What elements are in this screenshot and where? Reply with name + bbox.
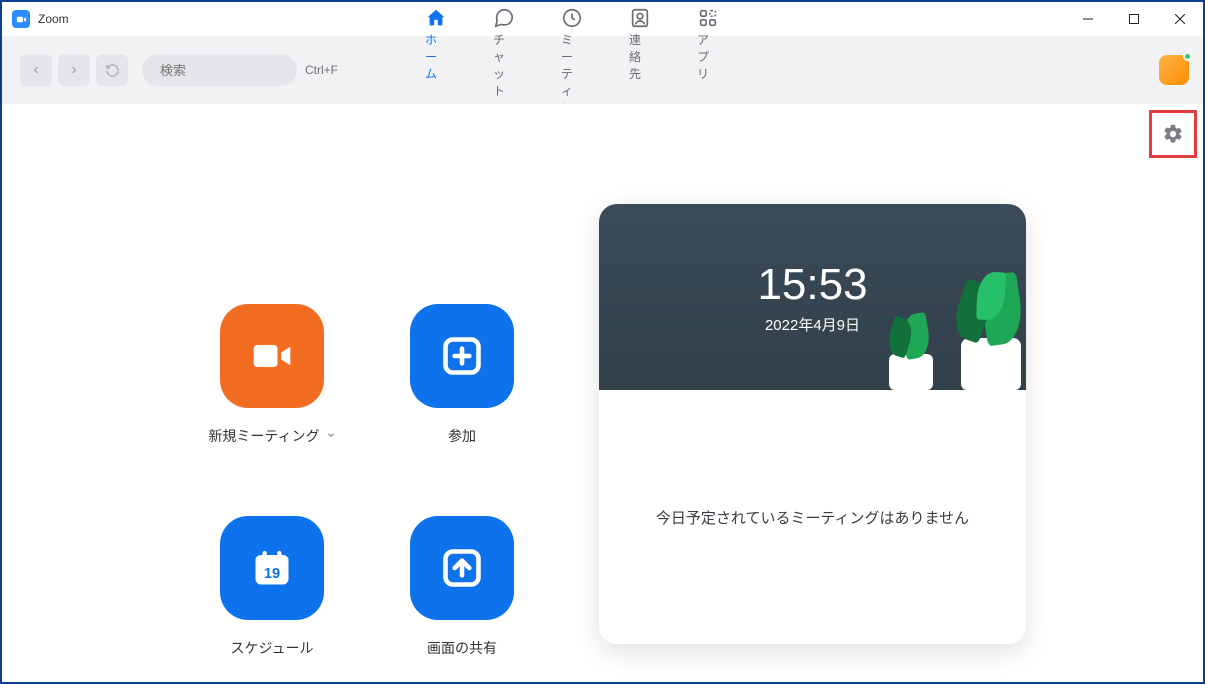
tile-label: 参加	[448, 426, 476, 446]
new-meeting-tile: 新規ミーティング	[177, 304, 367, 446]
back-button[interactable]	[20, 54, 52, 86]
action-tiles: 新規ミーティング 参加 19 ス	[177, 304, 557, 658]
apps-icon	[697, 7, 719, 29]
presence-indicator-icon	[1183, 52, 1192, 61]
settings-highlight	[1149, 110, 1197, 158]
schedule-button[interactable]: 19	[220, 516, 324, 620]
current-date: 2022年4月9日	[765, 314, 860, 335]
new-meeting-button[interactable]	[220, 304, 324, 408]
tile-label: 画面の共有	[427, 638, 497, 658]
content-area: 新規ミーティング 参加 19 ス	[2, 104, 1203, 682]
no-meetings-text: 今日予定されているミーティングはありません	[656, 507, 969, 528]
tab-label: アプリ	[697, 31, 719, 82]
calendar-card: 15:53 2022年4月9日 今日予定されているミーティングはありません	[599, 204, 1026, 644]
window-title: Zoom	[38, 12, 69, 26]
profile-avatar[interactable]	[1159, 55, 1189, 85]
tile-label: 新規ミーティング	[208, 426, 319, 446]
chevron-down-icon[interactable]	[326, 427, 336, 445]
maximize-button[interactable]	[1111, 2, 1157, 36]
tab-contacts[interactable]: 連絡先	[629, 7, 651, 82]
zoom-logo-icon	[12, 10, 30, 28]
home-icon	[425, 7, 447, 29]
settings-button[interactable]	[1162, 123, 1184, 145]
video-icon	[250, 334, 294, 378]
gear-icon	[1162, 123, 1184, 145]
plus-icon	[440, 334, 484, 378]
card-body: 今日予定されているミーティングはありません	[599, 390, 1026, 644]
close-button[interactable]	[1157, 2, 1203, 36]
clock-icon	[561, 7, 583, 29]
join-button[interactable]	[410, 304, 514, 408]
tab-home[interactable]: ホーム	[425, 7, 447, 82]
tab-label: チャット	[493, 31, 515, 99]
toolbar: Ctrl+F ホーム チャット ミーティング 連絡先 アプリ	[2, 36, 1203, 104]
search-shortcut: Ctrl+F	[305, 63, 385, 77]
chat-icon	[493, 7, 515, 29]
tab-chat[interactable]: チャット	[493, 7, 515, 99]
tile-label: スケジュール	[230, 638, 313, 658]
schedule-tile: 19 スケジュール	[177, 516, 367, 658]
svg-text:19: 19	[264, 566, 280, 582]
forward-button[interactable]	[58, 54, 90, 86]
history-button[interactable]	[96, 54, 128, 86]
tab-label: 連絡先	[629, 31, 651, 82]
card-header: 15:53 2022年4月9日	[599, 204, 1026, 390]
join-tile: 参加	[367, 304, 557, 446]
contacts-icon	[629, 7, 651, 29]
share-screen-button[interactable]	[410, 516, 514, 620]
current-time: 15:53	[757, 260, 867, 310]
share-screen-tile: 画面の共有	[367, 516, 557, 658]
minimize-button[interactable]	[1065, 2, 1111, 36]
tab-label: ホーム	[425, 31, 447, 82]
share-up-icon	[440, 546, 484, 590]
tab-apps[interactable]: アプリ	[697, 7, 719, 82]
calendar-icon: 19	[250, 546, 294, 590]
plant-decoration-icon	[921, 260, 1026, 390]
search-input-wrap[interactable]	[142, 54, 297, 86]
